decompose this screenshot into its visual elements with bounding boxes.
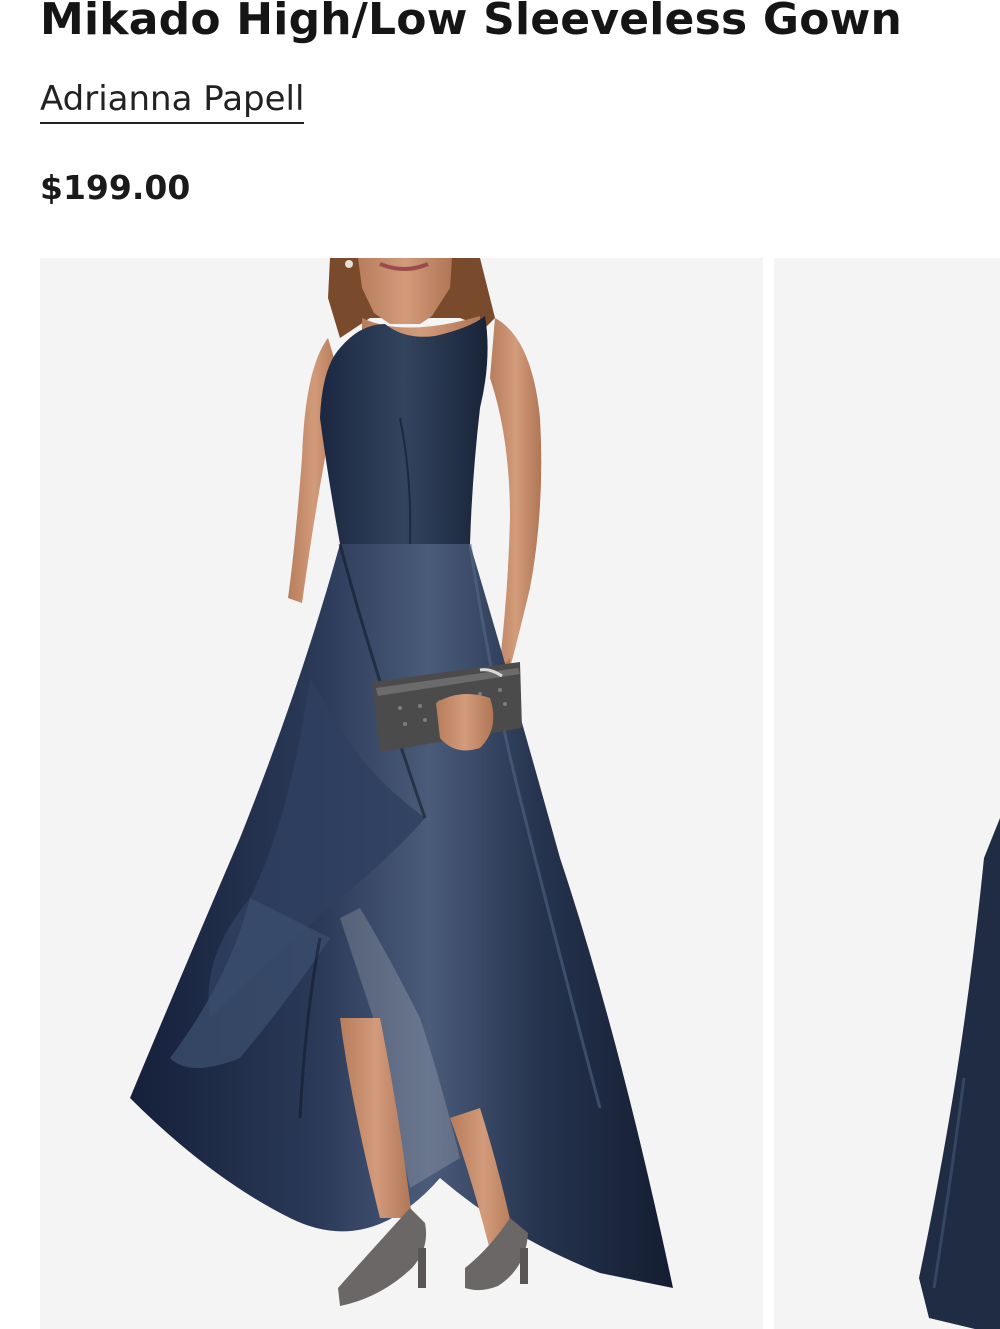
product-image-secondary[interactable] xyxy=(774,258,1000,1329)
gown-partial-illustration xyxy=(919,818,1000,1329)
product-price: $199.00 xyxy=(40,168,191,207)
gown-illustration xyxy=(130,258,673,1306)
product-title: Mikado High/Low Sleeveless Gown xyxy=(40,0,903,45)
product-image-main[interactable] xyxy=(40,258,763,1329)
brand-link[interactable]: Adrianna Papell xyxy=(40,78,305,124)
product-page: Mikado High/Low Sleeveless Gown Adrianna… xyxy=(0,0,1000,1329)
image-gallery[interactable] xyxy=(40,258,1000,1329)
